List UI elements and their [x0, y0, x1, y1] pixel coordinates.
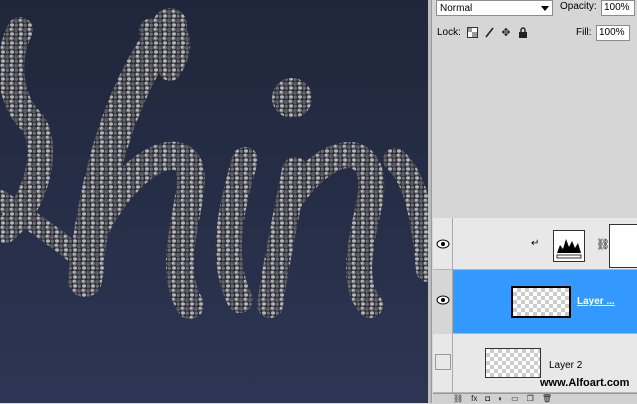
document-canvas[interactable] [0, 0, 428, 403]
trash-icon[interactable]: 🗑 [542, 394, 552, 403]
eye-hidden-icon[interactable] [435, 354, 451, 370]
chevron-down-icon [541, 6, 549, 11]
layer-thumbnail[interactable] [511, 286, 571, 318]
new-layer-icon[interactable]: ❐ [527, 394, 534, 403]
lock-position-move-icon[interactable]: ✥ [500, 26, 512, 39]
watermark: www.Alfoart.com [540, 377, 630, 389]
clipping-arrow-icon: ↵ [531, 238, 540, 249]
panel-divider [428, 0, 432, 403]
fill-input[interactable]: 100% [596, 25, 630, 41]
chain-link-icon[interactable]: ⛓ [596, 238, 610, 251]
layer-thumbnail[interactable] [485, 348, 541, 378]
lock-pixels-brush-icon[interactable] [483, 26, 495, 38]
layer-mask-thumbnail[interactable] [609, 224, 637, 268]
blend-mode-value: Normal [440, 3, 473, 14]
layer-name[interactable]: Layer ... [577, 296, 615, 307]
link-icon[interactable]: ⛓ [453, 394, 463, 403]
canvas-artwork [0, 0, 428, 403]
layer-row-levels[interactable]: ↵ ⛓ [433, 218, 637, 270]
folder-icon[interactable]: ▭ [511, 394, 519, 403]
adjustment-icon[interactable]: ◐ [498, 394, 503, 403]
opacity-label: Opacity: [560, 1, 597, 12]
layer-name[interactable]: Layer 2 [549, 360, 582, 371]
blend-row: Normal Opacity: 100% [433, 0, 637, 20]
opacity-input[interactable]: 100% [601, 0, 635, 16]
layer-row-selected[interactable]: Layer ... [433, 270, 637, 334]
eye-icon[interactable] [435, 236, 451, 252]
layers-list: ↵ ⛓ Layer ... Layer 2 [433, 218, 637, 403]
levels-adjustment-icon[interactable] [553, 230, 585, 262]
lock-transparency-icon[interactable] [466, 26, 478, 38]
mask-icon[interactable]: ◘ [485, 394, 490, 403]
lock-label: Lock: [437, 27, 461, 38]
fx-icon[interactable]: fx [471, 394, 477, 403]
lock-options: ✥ [466, 26, 529, 39]
layers-toolbar: ⛓ fx ◘ ◐ ▭ ❐ 🗑 [433, 393, 637, 403]
fill-label: Fill: [576, 27, 592, 38]
blend-mode-select[interactable]: Normal [436, 0, 553, 16]
eye-icon[interactable] [435, 292, 451, 308]
lock-all-icon[interactable] [517, 26, 529, 38]
layers-panel: Normal Opacity: 100% Lock: ✥ Fill: 100% … [428, 0, 637, 403]
